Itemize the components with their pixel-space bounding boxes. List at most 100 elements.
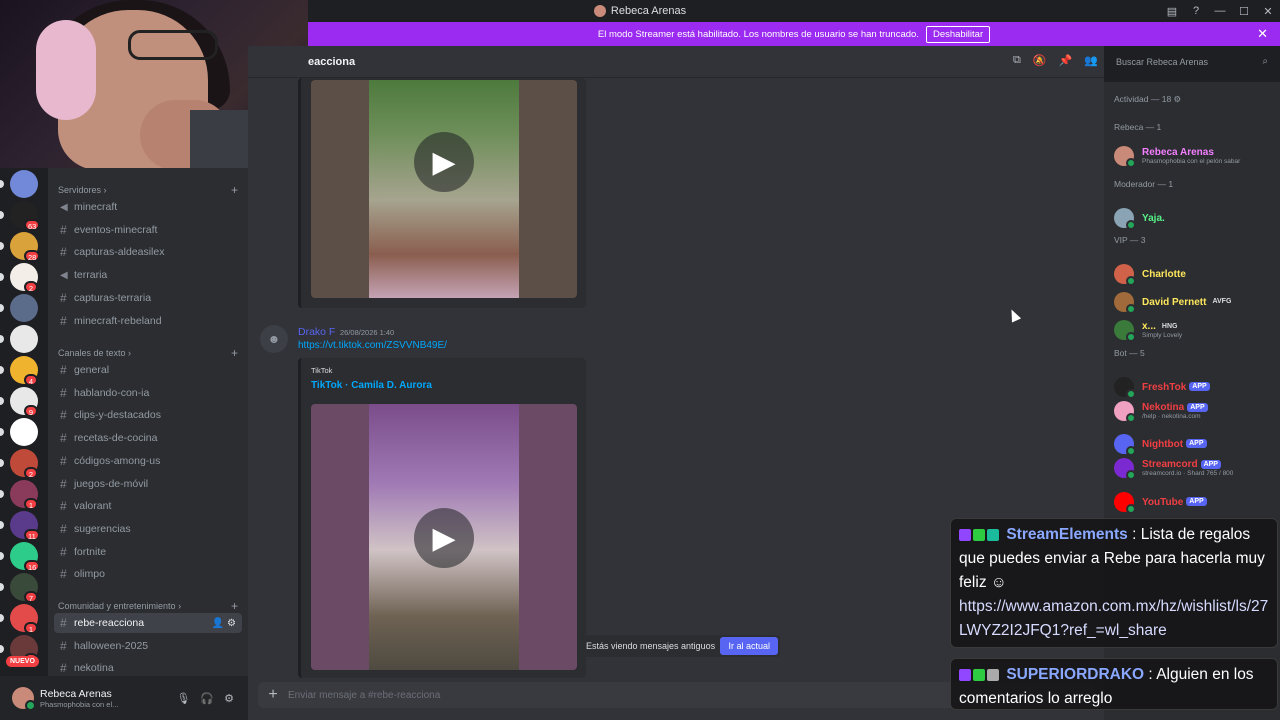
add-channel-icon[interactable]: + [231, 183, 238, 197]
play-icon[interactable]: ▶ [414, 508, 474, 568]
message-timestamp: 26/08/2026 1:40 [340, 328, 395, 337]
member-group-label: Bot — 5 [1114, 348, 1145, 358]
activity-header: Actividad — 18 ⚙ [1114, 94, 1182, 104]
members-icon[interactable]: 👥 [1084, 54, 1098, 67]
channel-item[interactable]: # halloween-2025 [54, 636, 242, 656]
channel-item[interactable]: # juegos-de-móvil [54, 474, 242, 494]
message-author[interactable]: Drako F [298, 326, 335, 338]
member-item[interactable]: Nightbot APP [1114, 432, 1280, 456]
channel-item[interactable]: # códigos-among-us [54, 451, 242, 471]
channel-label: valorant [74, 500, 112, 513]
settings-icon[interactable]: ⚙ [224, 692, 234, 705]
add-attachment-icon[interactable]: + [258, 686, 288, 704]
channel-item[interactable]: ◀ terraria [54, 265, 242, 285]
member-item[interactable]: Rebeca Arenas Phasmophobia con el pelón s… [1114, 144, 1280, 168]
chat-badges-icon [959, 668, 999, 681]
channel-item[interactable]: # fortnite [54, 542, 242, 562]
channel-label: sugerencias [74, 522, 131, 535]
server-badge: 2 [24, 281, 38, 293]
hash-icon: # [60, 290, 67, 305]
add-channel-icon[interactable]: + [231, 599, 238, 613]
server-icon[interactable] [10, 418, 38, 446]
channel-item[interactable]: # general [54, 360, 242, 380]
hash-icon: # [60, 544, 67, 559]
member-item[interactable]: FreshTok APP [1114, 375, 1280, 399]
user-status: Phasmophobia con el... [40, 699, 119, 709]
video-thumbnail[interactable]: ▶ [311, 404, 577, 670]
channel-label: capturas-aldeasilex [74, 246, 165, 259]
channel-item[interactable]: ◀ minecraft [54, 197, 242, 217]
category-comunidad[interactable]: Comunidad y entretenimiento › + [58, 599, 238, 613]
channel-item[interactable]: # recetas-de-cocina [54, 428, 242, 448]
member-status: Phasmophobia con el pelón sabar [1142, 158, 1241, 165]
disable-streamer-button[interactable]: Deshabilitar [925, 25, 991, 43]
channel-item[interactable]: # clips-y-destacados [54, 405, 242, 425]
member-name: FreshTok [1142, 381, 1187, 393]
category-servidores[interactable]: Servidores › + [58, 183, 238, 197]
message-link[interactable]: https://vt.tiktok.com/ZSVVNB49E/ [298, 340, 447, 351]
member-item[interactable]: David Pernett AVFG [1114, 290, 1280, 314]
hash-icon: # [60, 408, 67, 423]
category-label: Comunidad y entretenimiento [58, 601, 176, 611]
channel-item[interactable]: # valorant [54, 496, 242, 516]
member-item[interactable]: x... HNG Simply Lovely [1114, 318, 1280, 342]
banner-close-icon[interactable]: ✕ [1257, 26, 1268, 42]
inbox-icon[interactable]: ▤ [1160, 5, 1184, 18]
unread-pip [0, 521, 4, 529]
channel-item[interactable]: # olimpo [54, 564, 242, 584]
member-item[interactable]: YouTube APP [1114, 490, 1280, 514]
server-icon[interactable] [10, 325, 38, 353]
microphone-icon[interactable]: 🎙 [176, 692, 190, 705]
channel-item[interactable]: # rebe-reacciona 👤 ⚙ [54, 613, 242, 633]
stream-chat-message: StreamElements : Lista de regalos que pu… [950, 518, 1278, 648]
channel-label: fortnite [74, 545, 107, 558]
member-item[interactable]: Streamcord APP streamcord.io · Shard 765 /… [1114, 456, 1280, 480]
add-channel-icon[interactable]: + [231, 346, 238, 360]
video-thumbnail[interactable]: ▶ [311, 80, 577, 298]
search-input[interactable]: Buscar Rebeca Arenas ⌕ [1110, 53, 1274, 71]
server-icon[interactable] [10, 170, 38, 198]
chat-author: StreamElements [1006, 526, 1128, 543]
minimize-button[interactable]: — [1208, 5, 1232, 17]
member-name: Charlotte [1142, 268, 1186, 280]
channel-label: códigos-among-us [74, 454, 161, 467]
help-icon[interactable]: ? [1184, 5, 1208, 17]
channel-item[interactable]: # capturas-aldeasilex [54, 242, 242, 262]
jump-to-present-button[interactable]: Ir al actual [720, 637, 778, 655]
channel-item[interactable]: # eventos-minecraft [54, 220, 242, 240]
member-item[interactable]: Nekotina APP/help · nekotina.com [1114, 399, 1280, 423]
channel-label: nekotina [74, 662, 114, 675]
headphones-icon[interactable]: 🎧 [200, 692, 214, 705]
pin-icon[interactable]: 📌 [1059, 54, 1073, 67]
close-window-button[interactable]: ✕ [1256, 5, 1280, 18]
unread-pip [0, 645, 4, 653]
mute-icon[interactable]: 🔕 [1033, 54, 1047, 67]
channel-item[interactable]: # sugerencias [54, 519, 242, 539]
category-label: Canales de texto [58, 348, 126, 358]
server-icon[interactable] [10, 294, 38, 322]
member-item[interactable]: Yaja. [1114, 206, 1280, 230]
threads-icon[interactable]: ⧉ [1013, 54, 1021, 67]
embed-title[interactable]: TikTok · Camila D. Aurora [311, 380, 432, 391]
channel-item[interactable]: # hablando-con-ia [54, 383, 242, 403]
channel-label: terraria [74, 269, 108, 282]
channel-item[interactable]: # capturas-terraria [54, 288, 242, 308]
category-texto[interactable]: Canales de texto › + [58, 346, 238, 360]
member-status: /help · nekotina.com [1142, 413, 1201, 420]
hash-icon: # [60, 567, 67, 582]
unread-pip [0, 335, 4, 343]
unread-pip [0, 583, 4, 591]
member-group-label: Moderador — 1 [1114, 179, 1174, 189]
avatar [1114, 208, 1136, 230]
avatar[interactable]: ☻ [260, 325, 288, 353]
avatar [1114, 434, 1136, 456]
member-item[interactable]: Charlotte [1114, 262, 1280, 286]
channel-item[interactable]: # nekotina [54, 658, 242, 676]
channel-settings-icon[interactable]: 👤 ⚙ [212, 618, 236, 629]
channel-item[interactable]: # minecraft-rebeland [54, 311, 242, 331]
server-badge: 1 [24, 498, 38, 510]
play-icon[interactable]: ▶ [414, 132, 474, 192]
channel-sidebar: Servidores › + ◀ minecraft # eventos-minecr… [48, 168, 248, 676]
maximize-button[interactable]: ☐ [1232, 5, 1256, 18]
avatar[interactable] [12, 687, 36, 711]
